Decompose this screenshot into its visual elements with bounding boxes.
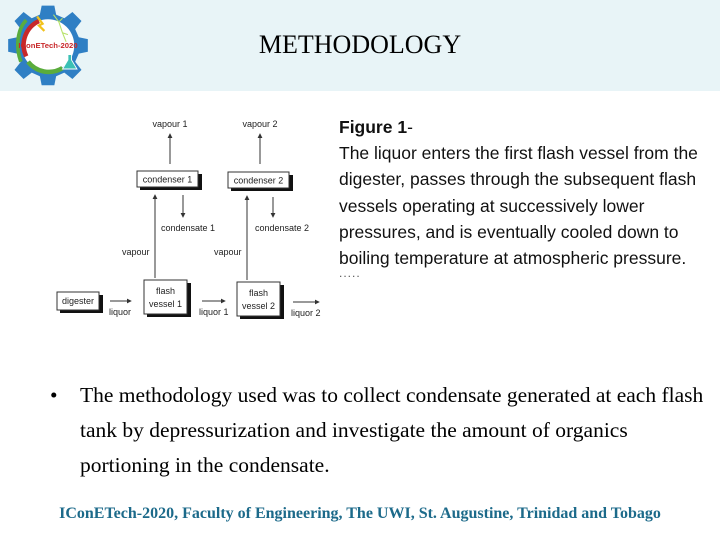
footer-text: IConETech-2020, Faculty of Engineering, … <box>59 505 661 522</box>
label-vapour-a: vapour <box>122 247 150 257</box>
label-condensate-1: condensate 1 <box>161 223 215 233</box>
flash-vessel-diagram: vapour 1 vapour 2 condenser 1 condenser … <box>56 119 321 319</box>
label-condensate-2: condensate 2 <box>255 223 309 233</box>
figure-label-suffix: - <box>407 117 413 137</box>
label-liquor-1: liquor 1 <box>199 307 229 317</box>
svg-text:digester: digester <box>62 296 94 306</box>
caption-trailing-dots: ..... <box>339 266 361 281</box>
label-liquor-2: liquor 2 <box>291 308 321 318</box>
svg-text:vessel 2: vessel 2 <box>242 301 275 311</box>
bullet-text: The methodology used was to collect cond… <box>80 383 704 477</box>
header-band: IConETech-2020 METHODOLOGY <box>0 0 720 91</box>
bullet-icon: • <box>50 383 58 407</box>
node-flash-vessel-1: flash vessel 1 <box>143 279 191 317</box>
svg-text:vessel 1: vessel 1 <box>149 299 182 309</box>
page-title: METHODOLOGY <box>258 30 462 59</box>
label-vapour-b: vapour <box>214 247 242 257</box>
label-vapour-1: vapour 1 <box>152 119 187 129</box>
label-liquor: liquor <box>109 307 131 317</box>
svg-text:flash: flash <box>156 286 175 296</box>
node-condenser-2: condenser 2 <box>227 171 293 191</box>
svg-text:condenser 2: condenser 2 <box>234 176 284 186</box>
svg-text:flash: flash <box>249 288 268 298</box>
svg-text:condenser 1: condenser 1 <box>143 175 193 185</box>
node-condenser-1: condenser 1 <box>136 170 202 190</box>
node-digester: digester <box>56 291 103 313</box>
label-vapour-2: vapour 2 <box>242 119 277 129</box>
figure-caption-text: The liquor enters the first flash vessel… <box>339 143 698 269</box>
figure-label: Figure 1 <box>339 117 408 137</box>
figure-caption: Figure 1- The liquor enters the first fl… <box>339 114 709 279</box>
node-flash-vessel-2: flash vessel 2 <box>236 281 284 319</box>
